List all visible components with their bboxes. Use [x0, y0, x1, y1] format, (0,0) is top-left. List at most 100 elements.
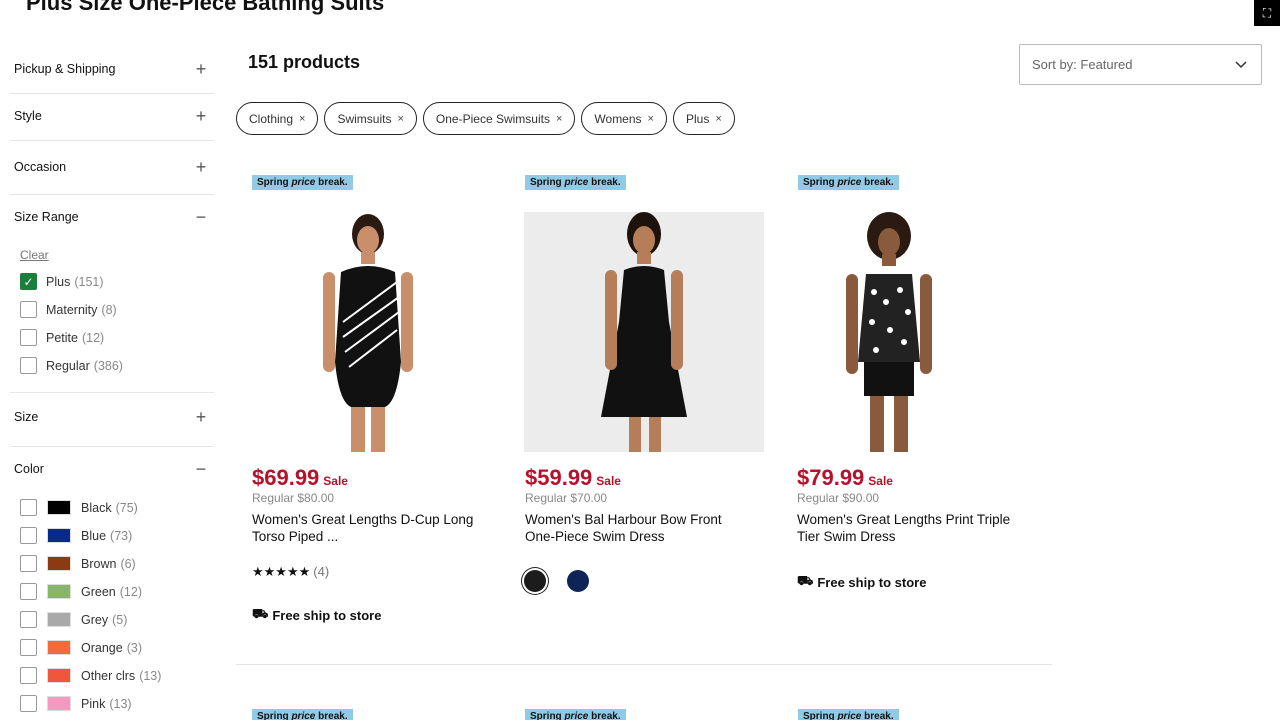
plus-icon[interactable]: + — [188, 103, 214, 129]
ship-to-store: ⛟ Free ship to store — [797, 573, 927, 590]
plus-icon[interactable]: + — [188, 56, 214, 82]
option-label: Black — [81, 500, 112, 515]
color-option-brown[interactable]: Brown (6) — [20, 555, 136, 572]
star-icon: ★★★★★ — [252, 564, 311, 579]
facet-style[interactable]: Style + — [10, 103, 214, 129]
facet-size[interactable]: Size + — [10, 404, 214, 430]
close-icon[interactable]: × — [397, 113, 403, 125]
facet-pickup-shipping[interactable]: Pickup & Shipping + — [10, 56, 214, 82]
close-icon[interactable]: × — [299, 113, 305, 125]
checkbox[interactable] — [20, 611, 37, 628]
checkbox[interactable] — [20, 357, 37, 374]
size-option-regular[interactable]: Regular (386) — [20, 357, 123, 374]
close-icon[interactable]: × — [648, 113, 654, 125]
color-option-green[interactable]: Green (12) — [20, 583, 142, 600]
price-block: $69.99 Sale — [252, 465, 502, 491]
close-icon[interactable]: × — [556, 113, 562, 125]
option-count: (13) — [109, 696, 132, 711]
divider — [10, 140, 214, 141]
divider — [10, 446, 214, 447]
color-swatch — [47, 612, 71, 627]
option-label: Grey — [81, 612, 109, 627]
checkbox[interactable] — [20, 583, 37, 600]
option-count: (12) — [119, 584, 142, 599]
product-image[interactable] — [524, 212, 764, 452]
divider — [10, 93, 214, 94]
color-swatch-black[interactable] — [524, 570, 546, 592]
color-swatch-navy[interactable] — [567, 570, 589, 592]
sort-dropdown[interactable]: Sort by: Featured — [1019, 44, 1262, 85]
option-count: (13) — [139, 668, 162, 683]
checkbox[interactable] — [20, 329, 37, 346]
size-option-plus[interactable]: ✓ Plus (151) — [20, 273, 104, 290]
checkbox[interactable] — [20, 639, 37, 656]
product-image[interactable] — [786, 212, 992, 452]
plus-icon[interactable]: + — [188, 154, 214, 180]
promo-badge: Spring price break. — [525, 709, 626, 720]
filter-chip-swimsuits[interactable]: Swimsuits × — [324, 102, 417, 135]
product-card[interactable]: Spring price break. — [798, 172, 1048, 190]
expand-icon[interactable]: ⛶ — [1254, 0, 1280, 26]
facet-label: Pickup & Shipping — [14, 62, 116, 76]
option-label: Brown — [81, 556, 117, 571]
color-option-orange[interactable]: Orange (3) — [20, 639, 142, 656]
product-card[interactable]: Spring price break. — [252, 706, 502, 720]
close-icon[interactable]: × — [715, 113, 721, 125]
filter-chip-womens[interactable]: Womens × — [581, 102, 667, 135]
product-name[interactable]: Women's Great Lengths Print Triple Tier S… — [797, 511, 1042, 545]
product-name[interactable]: Women's Bal Harbour Bow Front One-Piece S… — [525, 511, 770, 545]
product-count: 151 products — [248, 52, 361, 72]
chip-label: Womens — [594, 111, 642, 126]
size-option-petite[interactable]: Petite (12) — [20, 329, 104, 346]
color-option-grey[interactable]: Grey (5) — [20, 611, 127, 628]
minus-icon[interactable]: − — [188, 456, 214, 482]
filter-chip-plus[interactable]: Plus × — [672, 102, 735, 135]
checkbox[interactable]: ✓ — [20, 273, 37, 290]
checkbox[interactable] — [20, 527, 37, 544]
color-swatch — [47, 696, 71, 711]
checkbox[interactable] — [20, 667, 37, 684]
option-count: (12) — [81, 330, 105, 345]
color-option-blue[interactable]: Blue (73) — [20, 527, 132, 544]
color-option-black[interactable]: Black (75) — [20, 499, 138, 516]
regular-price: Regular $90.00 — [797, 491, 880, 505]
plus-icon[interactable]: + — [188, 404, 214, 430]
facet-color[interactable]: Color − — [10, 456, 214, 482]
chevron-down-icon[interactable] — [1219, 45, 1261, 84]
product-card[interactable]: Spring price break. — [525, 172, 775, 190]
checkbox[interactable] — [20, 301, 37, 318]
color-option-pink[interactable]: Pink (13) — [20, 695, 132, 712]
promo-badge: Spring price break. — [798, 709, 899, 720]
option-label: Petite — [46, 330, 78, 345]
product-name[interactable]: Women's Great Lengths D-Cup Long Torso Pi… — [252, 511, 497, 545]
minus-icon[interactable]: − — [188, 204, 214, 230]
clear-link[interactable]: Clear — [20, 248, 49, 262]
color-option-other-clrs[interactable]: Other clrs (13) — [20, 667, 161, 684]
facet-occasion[interactable]: Occasion + — [10, 154, 214, 180]
product-card[interactable]: Spring price break. — [252, 172, 502, 190]
filter-chip-clothing[interactable]: Clothing × — [236, 102, 319, 135]
option-count: (5) — [112, 612, 128, 627]
promo-badge: Spring price break. — [252, 175, 353, 190]
price-block: $59.99 Sale — [525, 465, 775, 491]
checkbox[interactable] — [20, 555, 37, 572]
product-image[interactable] — [248, 212, 488, 452]
truck-icon: ⛟ — [797, 573, 814, 588]
facet-label: Size Range — [14, 210, 79, 224]
sale-price: $79.99 — [797, 465, 865, 490]
chip-label: Swimsuits — [337, 111, 392, 126]
filter-chip-one-piece[interactable]: One-Piece Swimsuits × — [422, 102, 576, 135]
product-card[interactable]: Spring price break. — [798, 706, 1048, 720]
rating-count: (4) — [313, 564, 330, 579]
sale-price: $69.99 — [252, 465, 320, 490]
facet-size-range[interactable]: Size Range − — [10, 204, 214, 230]
checkbox[interactable] — [20, 695, 37, 712]
color-swatch — [47, 528, 71, 543]
ship-to-store: ⛟ Free ship to store — [252, 606, 382, 623]
color-swatch — [47, 556, 71, 571]
regular-price: Regular $70.00 — [525, 491, 608, 505]
checkbox[interactable] — [20, 499, 37, 516]
product-card[interactable]: Spring price break. — [525, 706, 775, 720]
option-label: Pink — [81, 696, 106, 711]
size-option-maternity[interactable]: Maternity (8) — [20, 301, 117, 318]
